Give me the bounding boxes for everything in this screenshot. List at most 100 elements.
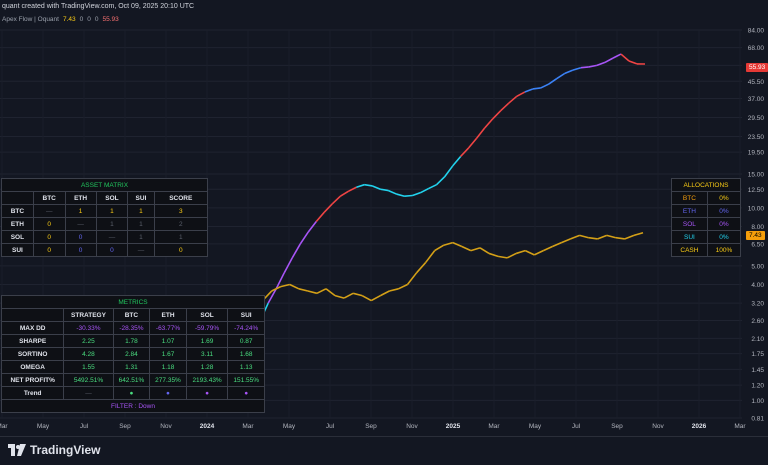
am-col: BTC xyxy=(33,192,65,205)
metrics-cell: 1.78 xyxy=(113,335,150,348)
metrics-cell: 2193.43% xyxy=(186,374,228,387)
indicator-name: Apex Flow | Oquant xyxy=(2,16,59,23)
price-tag-upper: 55.93 xyxy=(746,63,768,72)
benchmark-series-segment xyxy=(498,256,507,258)
alloc-asset: ETH xyxy=(672,205,708,218)
benchmark-series-segment xyxy=(634,233,643,236)
benchmark-series-segment xyxy=(362,296,371,301)
alloc-pct: 100% xyxy=(707,244,740,257)
strategy-series-segment xyxy=(413,193,421,196)
allocations-title: ALLOCATIONS xyxy=(672,179,741,192)
metrics-row-label: SORTINO xyxy=(2,348,64,361)
benchmark-series-segment xyxy=(625,235,634,239)
y-tick-label: 15.00 xyxy=(748,172,765,179)
metrics-cell: 3.11 xyxy=(186,348,228,361)
strategy-series-segment xyxy=(629,61,637,64)
am-cell: 1 xyxy=(128,218,154,231)
strategy-series-segment xyxy=(517,92,525,96)
x-tick-label: May xyxy=(529,423,542,430)
am-row-label: ETH xyxy=(2,218,34,231)
am-cell: 0 xyxy=(33,231,65,244)
am-cell: — xyxy=(65,218,96,231)
strategy-series-segment xyxy=(300,232,308,244)
benchmark-series-segment xyxy=(344,293,353,298)
benchmark-series-segment xyxy=(462,247,471,251)
am-cell: 1 xyxy=(154,231,207,244)
strategy-series-segment xyxy=(565,70,573,73)
metrics-cell: 2.25 xyxy=(64,335,113,348)
y-tick-label: 8.00 xyxy=(751,224,764,231)
am-row-label: SUI xyxy=(2,244,34,257)
tradingview-logo[interactable]: TradingView xyxy=(8,443,100,457)
am-cell: 3 xyxy=(154,205,207,218)
alloc-asset: SUI xyxy=(672,231,708,244)
metrics-cell: 1.18 xyxy=(150,361,187,374)
am-cell: 1 xyxy=(96,218,128,231)
trend-dot: ● xyxy=(150,387,187,400)
metrics-cell: 1.31 xyxy=(113,361,150,374)
y-tick-label: 1.00 xyxy=(751,398,764,405)
benchmark-series-segment xyxy=(543,247,552,251)
strategy-series-segment xyxy=(533,88,541,89)
am-cell: 0 xyxy=(96,244,128,257)
am-cell: — xyxy=(96,231,128,244)
am-col: SOL xyxy=(96,192,128,205)
benchmark-series-segment xyxy=(607,235,616,237)
y-tick-label: 68.00 xyxy=(748,45,765,52)
am-cell: 2 xyxy=(154,218,207,231)
y-tick-label: 2.10 xyxy=(751,336,764,343)
strategy-series-segment xyxy=(501,103,509,110)
allocations-table: ALLOCATIONS BTC0% ETH0% SOL0% SUI0% CASH… xyxy=(671,178,741,257)
am-col: SCORE xyxy=(154,192,207,205)
x-tick-label: 2025 xyxy=(446,423,461,430)
indicator-legend[interactable]: Apex Flow | Oquant7.4300055.93 xyxy=(0,15,123,25)
metrics-cell: -63.77% xyxy=(150,322,187,335)
y-tick-label: 10.00 xyxy=(748,205,765,212)
strategy-series-segment xyxy=(541,84,549,88)
y-tick-label: 12.50 xyxy=(748,187,765,194)
benchmark-series-segment xyxy=(507,253,516,257)
alloc-pct: 0% xyxy=(707,192,740,205)
x-tick-label: May xyxy=(283,423,296,430)
strategy-series-segment xyxy=(404,195,412,196)
x-tick-label: Jul xyxy=(326,423,335,430)
am-cell: — xyxy=(33,205,65,218)
strategy-series-segment xyxy=(340,191,348,196)
x-tick-label: 2026 xyxy=(692,423,707,430)
indicator-val-1: 0 xyxy=(80,16,84,23)
y-tick-label: 84.00 xyxy=(748,28,765,35)
x-tick-label: Nov xyxy=(160,423,172,430)
benchmark-series-segment xyxy=(417,263,426,273)
x-tick-label: Jul xyxy=(572,423,581,430)
x-tick-label: Jul xyxy=(80,423,89,430)
metrics-cell: 1.69 xyxy=(186,335,228,348)
x-tick-label: Sep xyxy=(119,423,131,430)
y-tick-label: 1.45 xyxy=(751,367,764,374)
y-tick-label: 5.00 xyxy=(751,263,764,270)
metrics-cell: 1.68 xyxy=(228,348,265,361)
metrics-cell: 277.35% xyxy=(150,374,187,387)
am-col xyxy=(2,192,34,205)
am-cell: — xyxy=(128,244,154,257)
metrics-title: METRICS xyxy=(2,296,265,309)
benchmark-series-segment xyxy=(398,285,407,289)
footer-bar: TradingView xyxy=(0,436,768,465)
strategy-series-segment xyxy=(332,196,340,204)
indicator-last: 55.93 xyxy=(103,16,119,23)
metrics-col: BTC xyxy=(113,309,150,322)
benchmark-series-segment xyxy=(335,296,344,298)
metrics-cell: 1.07 xyxy=(150,335,187,348)
metrics-col: SUI xyxy=(228,309,265,322)
metrics-cell: 1.67 xyxy=(150,348,187,361)
strategy-series-segment xyxy=(509,96,517,103)
strategy-series-segment xyxy=(605,58,613,62)
benchmark-series-segment xyxy=(571,235,580,239)
x-tick-label: Nov xyxy=(406,423,418,430)
strategy-series-segment xyxy=(469,138,477,148)
indicator-val-2: 0 xyxy=(87,16,91,23)
metrics-cell: -59.79% xyxy=(186,322,228,335)
metrics-cell: 1.13 xyxy=(228,361,265,374)
y-tick-label: 1.75 xyxy=(751,351,764,358)
strategy-series-segment xyxy=(453,156,461,166)
benchmark-series-segment xyxy=(308,291,317,293)
